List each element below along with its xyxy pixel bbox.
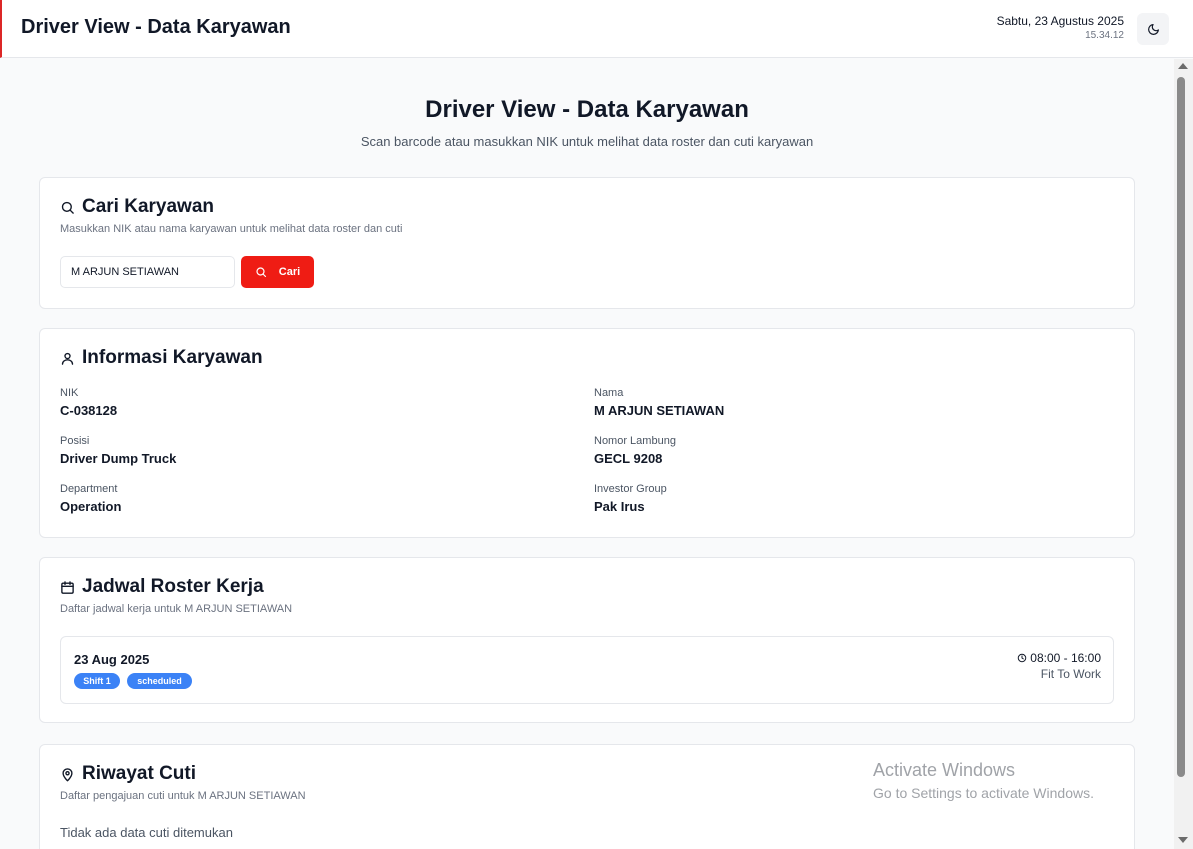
- field-investor-group: Investor Group Pak Irus: [594, 483, 667, 514]
- employee-card-header: Informasi Karyawan: [60, 347, 263, 369]
- field-value: C-038128: [60, 403, 118, 418]
- search-input[interactable]: [60, 256, 235, 288]
- field-label: Department: [60, 483, 118, 495]
- datetime: Sabtu, 23 Agustus 2025 15.34.12: [997, 14, 1124, 41]
- roster-card-title: Jadwal Roster Kerja: [82, 576, 264, 597]
- leave-empty-message: Tidak ada data cuti ditemukan: [60, 825, 233, 840]
- status-badge: scheduled: [127, 673, 192, 689]
- vertical-scrollbar[interactable]: [1174, 59, 1193, 849]
- map-pin-icon: [60, 766, 76, 782]
- field-department: Department Operation: [60, 483, 121, 514]
- field-value: M ARJUN SETIAWAN: [594, 403, 725, 418]
- calendar-icon: [60, 579, 76, 595]
- top-bar: Driver View - Data Karyawan Sabtu, 23 Ag…: [0, 0, 1193, 58]
- field-value: Operation: [60, 499, 122, 514]
- main-content: Driver View - Data Karyawan Scan barcode…: [0, 59, 1174, 849]
- field-nik: NIK C-038128: [60, 387, 117, 418]
- search-card-header: Cari Karyawan: [60, 196, 214, 218]
- leave-card-header: Riwayat Cuti: [60, 763, 196, 785]
- windows-activation-watermark: Activate Windows Go to Settings to activ…: [873, 760, 1094, 801]
- field-nomor-lambung: Nomor Lambung GECL 9208: [594, 435, 676, 466]
- search-button-label: Cari: [278, 266, 301, 278]
- field-label: Nama: [594, 387, 624, 399]
- field-label: NIK: [60, 387, 79, 399]
- search-card-title: Cari Karyawan: [82, 196, 215, 217]
- current-date: Sabtu, 23 Agustus 2025: [996, 14, 1124, 28]
- watermark-subtitle: Go to Settings to activate Windows.: [873, 785, 1094, 801]
- field-value: Driver Dump Truck: [60, 451, 177, 466]
- roster-time-text: 08:00 - 16:00: [1030, 651, 1101, 665]
- roster-card-header: Jadwal Roster Kerja: [60, 576, 264, 598]
- leave-card-description: Daftar pengajuan cuti untuk M ARJUN SETI…: [60, 790, 306, 802]
- employee-card-title: Informasi Karyawan: [82, 347, 263, 368]
- search-icon: [256, 267, 266, 278]
- field-label: Posisi: [60, 435, 90, 447]
- roster-status: Fit To Work: [1040, 667, 1101, 681]
- moon-icon: [1147, 23, 1159, 35]
- search-icon: [60, 199, 76, 215]
- field-label: Nomor Lambung: [594, 435, 676, 447]
- user-icon: [60, 350, 76, 366]
- field-value: GECL 9208: [594, 451, 663, 466]
- leave-card-title: Riwayat Cuti: [82, 763, 197, 784]
- field-label: Investor Group: [594, 483, 667, 495]
- roster-item: 23 Aug 2025 Shift 1 scheduled 08:00 - 16…: [60, 636, 1114, 704]
- search-card: Cari Karyawan Masukkan NIK atau nama kar…: [39, 177, 1135, 309]
- scrollbar-thumb[interactable]: [1177, 77, 1185, 777]
- field-nama: Nama M ARJUN SETIAWAN: [594, 387, 724, 418]
- scroll-down-arrow-icon[interactable]: [1178, 837, 1188, 843]
- clock-icon: [1018, 653, 1027, 663]
- roster-card: Jadwal Roster Kerja Daftar jadwal kerja …: [39, 557, 1135, 723]
- search-card-description: Masukkan NIK atau nama karyawan untuk me…: [60, 223, 403, 235]
- employee-info-card: Informasi Karyawan NIK C-038128 Nama M A…: [39, 328, 1135, 538]
- search-button[interactable]: Cari: [241, 256, 314, 288]
- shift-badge: Shift 1: [74, 673, 120, 689]
- app-title: Driver View - Data Karyawan: [21, 16, 291, 38]
- roster-time: 08:00 - 16:00: [1017, 651, 1101, 665]
- watermark-title: Activate Windows: [873, 760, 1016, 780]
- field-value: Pak Irus: [594, 499, 645, 514]
- field-posisi: Posisi Driver Dump Truck: [60, 435, 176, 466]
- theme-toggle-button[interactable]: [1137, 13, 1169, 45]
- roster-date: 23 Aug 2025: [74, 652, 150, 667]
- page-title: Driver View - Data Karyawan: [425, 96, 749, 123]
- page-subtitle: Scan barcode atau masukkan NIK untuk mel…: [360, 134, 814, 149]
- scroll-up-arrow-icon[interactable]: [1178, 63, 1188, 69]
- roster-card-description: Daftar jadwal kerja untuk M ARJUN SETIAW…: [60, 603, 293, 615]
- current-time: 15.34.12: [1085, 30, 1124, 41]
